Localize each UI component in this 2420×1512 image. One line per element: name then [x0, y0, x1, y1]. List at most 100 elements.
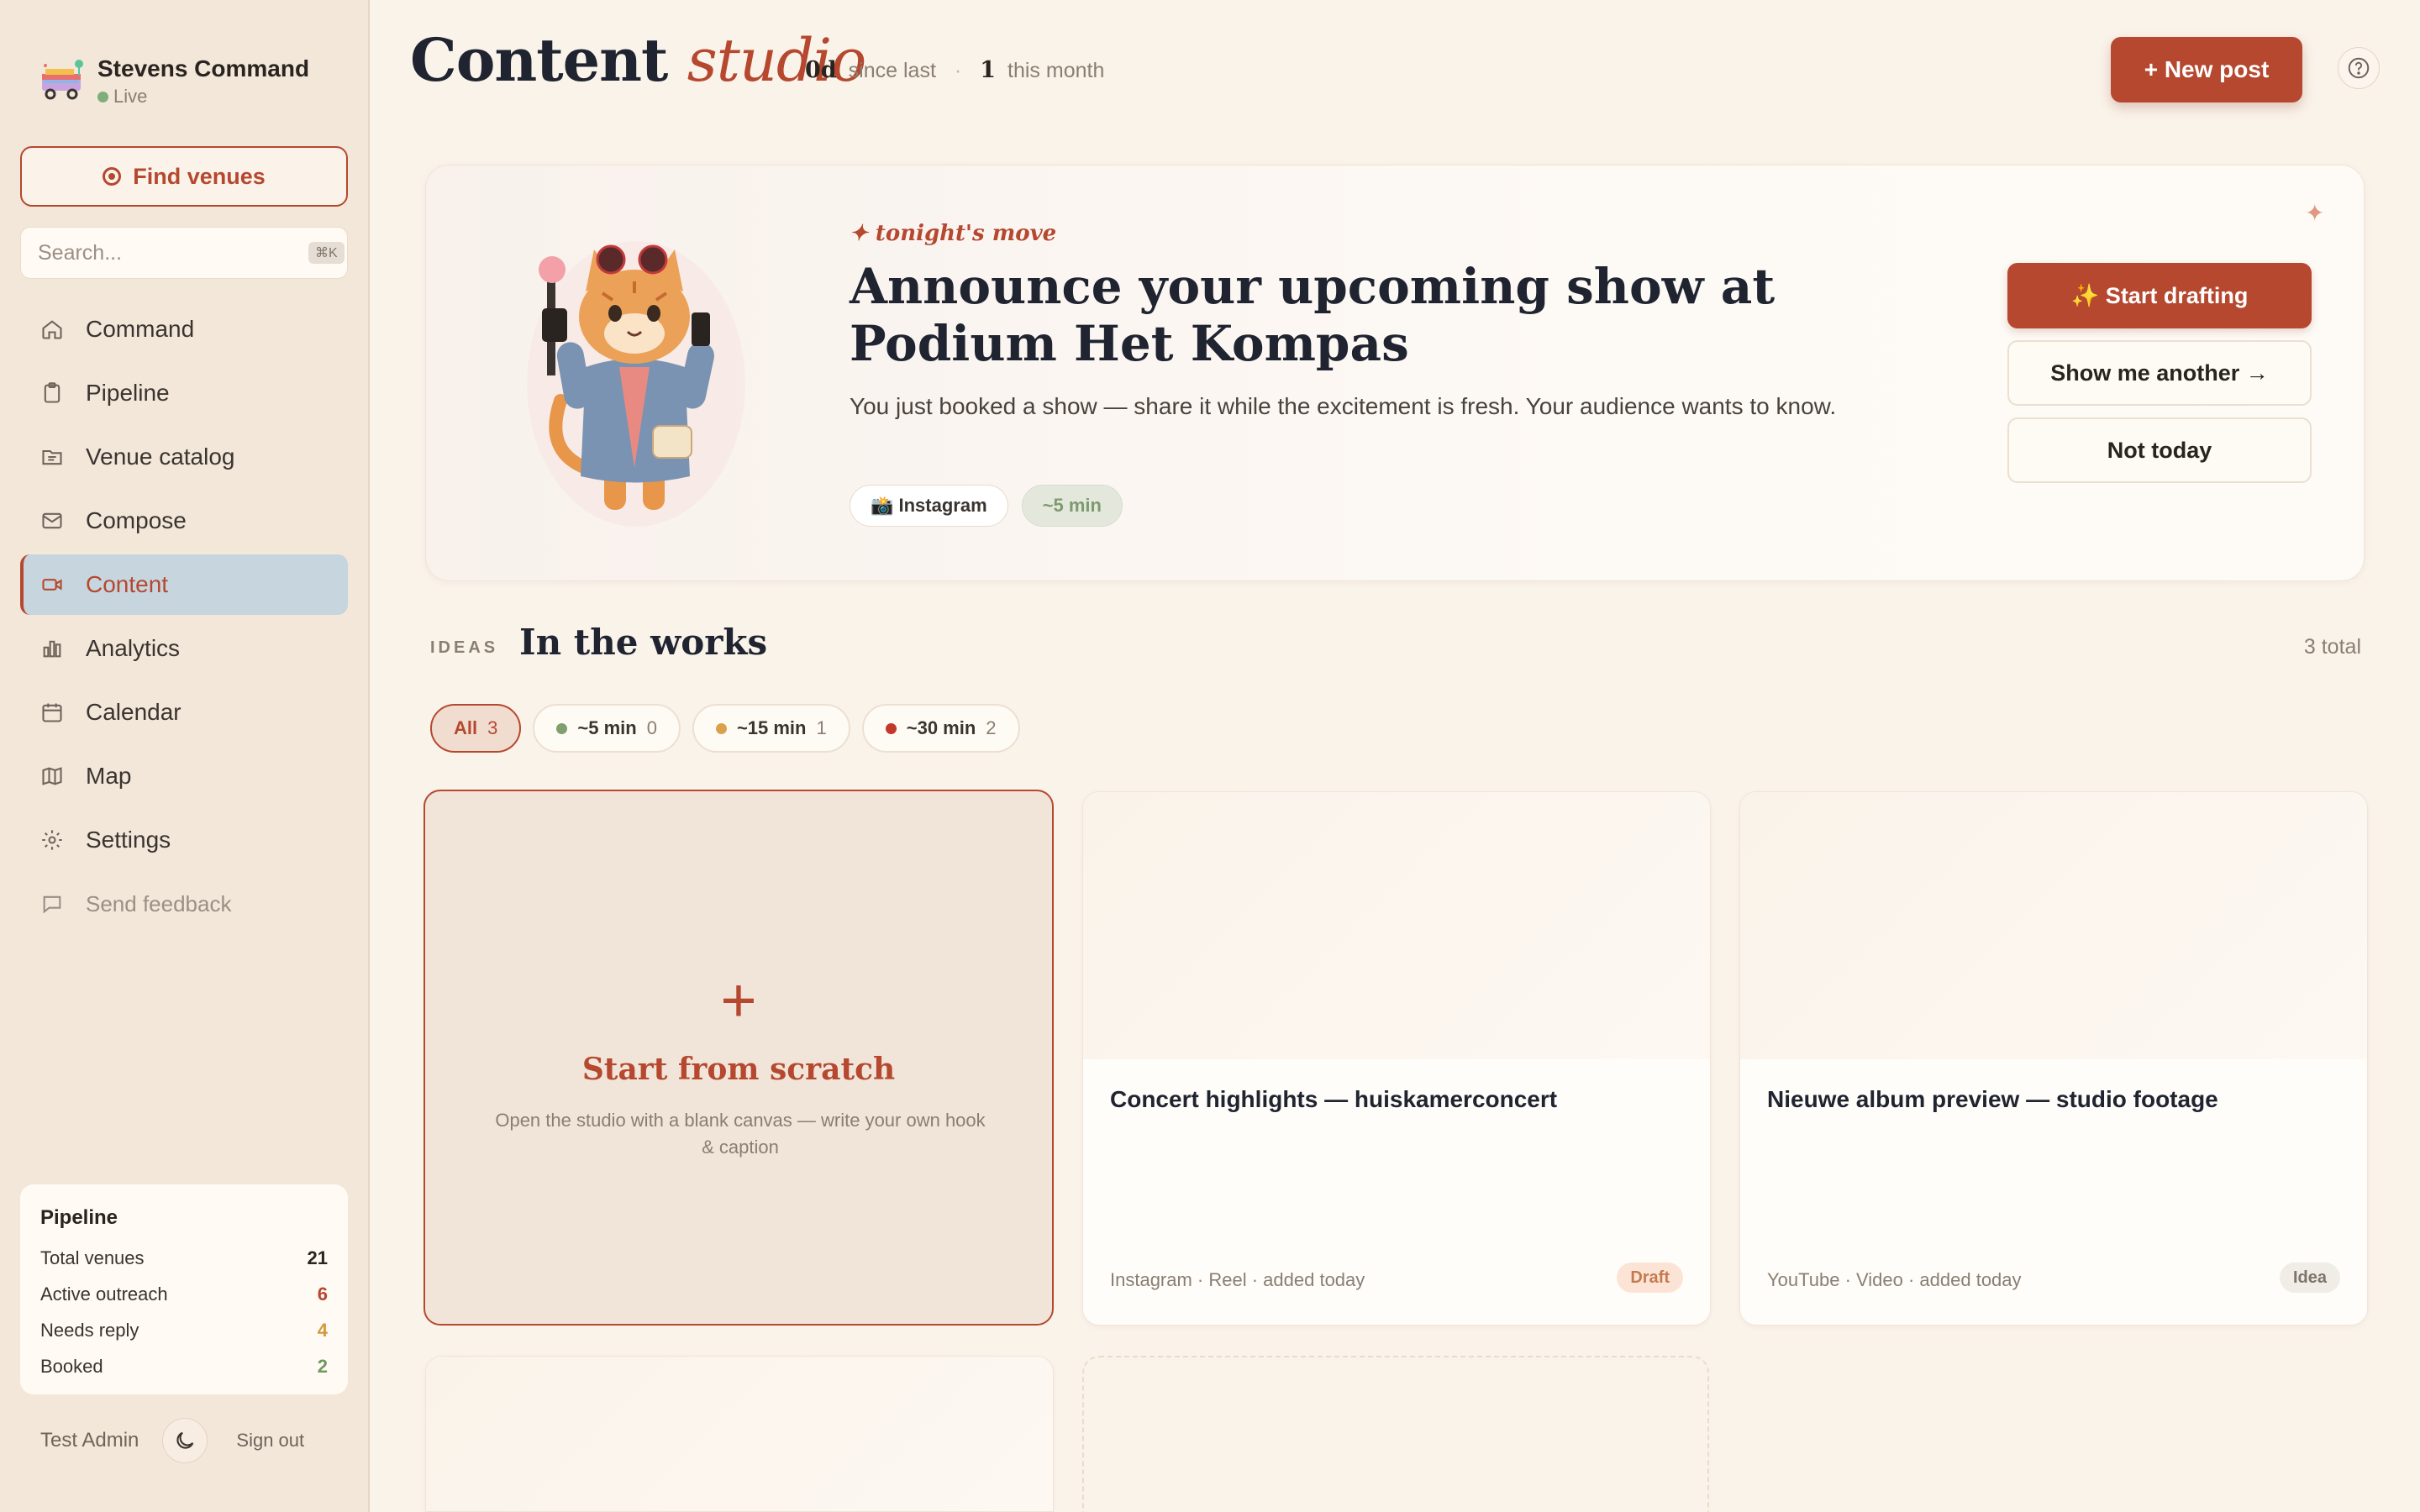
green-dot-icon	[556, 722, 568, 734]
find-venues-button[interactable]: Find venues	[20, 146, 348, 207]
pipeline-row-label: Booked	[40, 1355, 103, 1377]
food-truck-logo-icon	[39, 55, 87, 108]
calendar-icon	[42, 703, 62, 722]
filter-label: All	[454, 717, 478, 738]
idea-title: Nieuwe album preview — studio footage	[1767, 1086, 2218, 1112]
brand[interactable]: Stevens Command Live	[39, 55, 309, 108]
plus-icon: +	[720, 965, 757, 1035]
scratch-title: Start from scratch	[581, 1052, 896, 1087]
filter-count: 1	[816, 717, 827, 738]
empty-card-placeholder	[1082, 1356, 1709, 1512]
pipeline-row-value: 4	[317, 1319, 328, 1341]
idea-meta: YouTube · Video · added today	[1767, 1269, 2022, 1290]
sidebar-item-map[interactable]: Map	[20, 746, 348, 806]
live-dot-icon	[97, 91, 108, 102]
sidebar-item-analytics[interactable]: Analytics	[20, 618, 348, 679]
filter-30-min[interactable]: ~30 min 2	[861, 704, 1020, 753]
idea-thumbnail	[1740, 792, 2367, 1059]
search-input[interactable]	[38, 240, 308, 265]
idea-card[interactable]	[425, 1356, 1054, 1512]
idea-title: Concert highlights — huiskamerconcert	[1110, 1086, 1558, 1112]
filter-15-min[interactable]: ~15 min 1	[692, 704, 850, 753]
stat-separator: ·	[954, 59, 962, 82]
pipeline-row-needs-reply: Needs reply 4	[40, 1312, 328, 1348]
sidebar-item-calendar[interactable]: Calendar	[20, 682, 348, 743]
scratch-description: Open the studio with a blank canvas — wr…	[495, 1110, 986, 1158]
cat-vlogger-illustration	[527, 216, 745, 535]
pipeline-row-label: Active outreach	[40, 1283, 168, 1305]
stat-since-value: 0d	[805, 57, 837, 83]
sidebar-footer: Test Admin Sign out	[40, 1418, 351, 1463]
sidebar-item-label: Pipeline	[86, 380, 170, 406]
question-mark-icon	[2348, 57, 2370, 79]
clipboard-icon	[44, 382, 60, 403]
sidebar-item-label: Calendar	[86, 699, 182, 725]
help-button[interactable]	[2338, 47, 2380, 89]
not-today-button[interactable]: Not today	[2007, 417, 2312, 483]
chat-bubble-icon	[43, 895, 61, 914]
search-box: ⌘K	[20, 227, 348, 279]
show-another-button[interactable]: Show me another →	[2007, 340, 2312, 406]
filter-count: 2	[986, 717, 997, 738]
pipeline-row-label: Total venues	[40, 1247, 145, 1268]
moon-icon	[176, 1431, 194, 1449]
idea-card[interactable]: Nieuwe album preview — studio footage Yo…	[1739, 791, 2368, 1326]
idea-card[interactable]: Concert highlights — huiskamerconcert In…	[1082, 791, 1711, 1326]
filter-label: ~15 min	[736, 717, 807, 738]
map-icon	[42, 767, 62, 785]
start-drafting-button[interactable]: ✨ Start drafting	[2007, 263, 2312, 328]
status-badge: Idea	[2279, 1263, 2340, 1293]
pipeline-row-booked: Booked 2	[40, 1348, 328, 1384]
sidebar-item-venue-catalog[interactable]: Venue catalog	[20, 427, 348, 487]
time-estimate-chip: ~5 min	[1021, 485, 1123, 527]
ideas-total: 3 total	[2303, 635, 2361, 659]
sign-out-link[interactable]: Sign out	[236, 1430, 304, 1452]
sidebar-item-send-feedback[interactable]: Send feedback	[20, 874, 348, 934]
filter-count: 3	[487, 717, 498, 738]
sidebar-item-label: Analytics	[86, 635, 181, 661]
idea-thumbnail	[426, 1357, 1053, 1511]
pipeline-row-value: 21	[307, 1247, 328, 1268]
filter-all[interactable]: All 3	[430, 704, 522, 753]
search-shortcut: ⌘K	[308, 242, 345, 264]
sidebar-item-label: Compose	[86, 507, 187, 533]
stat-month-value: 1	[980, 57, 997, 83]
sidebar-item-pipeline[interactable]: Pipeline	[20, 363, 348, 423]
theme-toggle-button[interactable]	[162, 1418, 208, 1463]
target-icon	[103, 167, 122, 186]
amber-dot-icon	[715, 722, 727, 734]
hero-kicker: ✦ tonight's move	[850, 221, 1057, 246]
pipeline-row-total-venues: Total venues 21	[40, 1240, 328, 1276]
content-stats: 0d since last · 1 this month	[805, 57, 1104, 83]
pipeline-summary: Pipeline Total venues 21 Active outreach…	[20, 1184, 348, 1394]
red-dot-icon	[885, 722, 897, 734]
sidebar-item-label: Content	[86, 571, 169, 597]
sidebar-item-label: Settings	[86, 827, 171, 853]
user-name: Test Admin	[40, 1429, 139, 1452]
tonights-move-card: ✦ tonight's move Announce your upcoming …	[425, 165, 2365, 581]
pipeline-row-value: 2	[317, 1355, 328, 1377]
hero-title: Announce your upcoming show at Podium He…	[850, 258, 1776, 372]
stat-since-label: since last	[848, 59, 936, 82]
pipeline-row-label: Needs reply	[40, 1319, 139, 1341]
sidebar-item-compose[interactable]: Compose	[20, 491, 348, 551]
sidebar-item-content[interactable]: Content	[20, 554, 348, 615]
sparkle-icon: ✦	[2305, 200, 2325, 226]
mail-icon	[42, 512, 62, 529]
filter-5-min[interactable]: ~5 min 0	[533, 704, 681, 753]
idea-meta: Instagram · Reel · added today	[1110, 1269, 1365, 1290]
pipeline-row-value: 6	[317, 1283, 328, 1305]
new-post-button[interactable]: + New post	[2111, 37, 2302, 102]
pipeline-summary-title: Pipeline	[40, 1206, 118, 1229]
sidebar-item-label: Command	[86, 316, 195, 342]
start-from-scratch-card[interactable]: + Start from scratch Open the studio wit…	[424, 790, 1054, 1326]
sidebar-item-label: Venue catalog	[86, 444, 235, 470]
sidebar: Stevens Command Live Find venues ⌘K Comm…	[0, 0, 370, 1512]
filter-label: ~30 min	[906, 717, 976, 738]
stat-month-label: this month	[1007, 59, 1105, 82]
sidebar-item-command[interactable]: Command	[20, 299, 348, 360]
sidebar-item-label: Map	[86, 763, 132, 789]
sidebar-item-label: Send feedback	[86, 890, 232, 916]
sidebar-item-settings[interactable]: Settings	[20, 810, 348, 870]
live-status: Live	[97, 86, 309, 108]
